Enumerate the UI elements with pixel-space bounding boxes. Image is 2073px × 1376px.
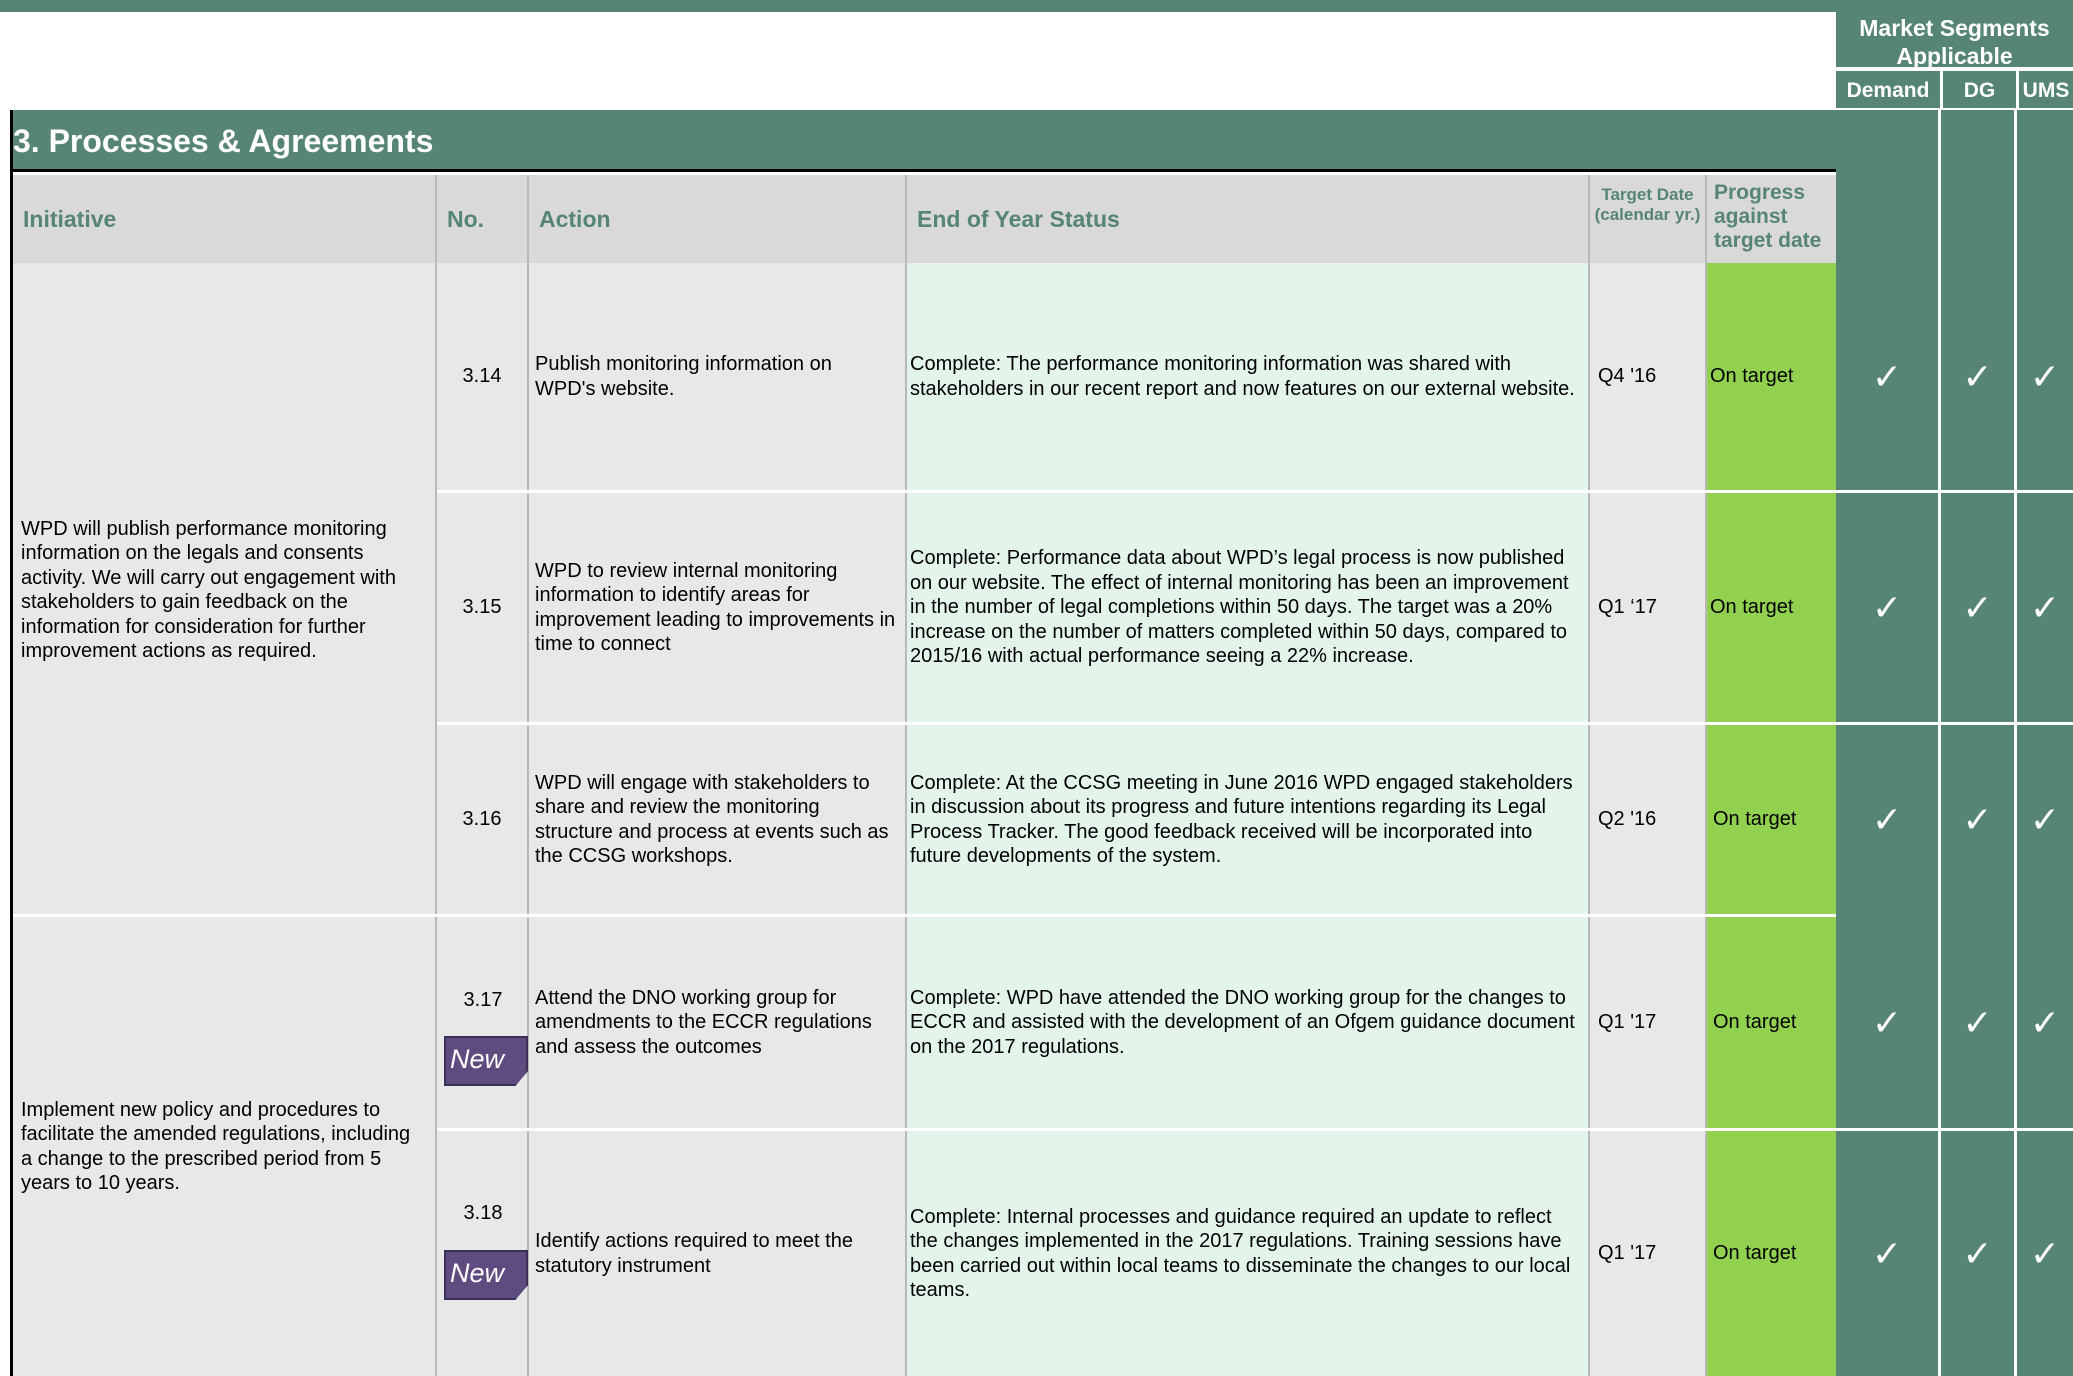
header-action: Action bbox=[529, 175, 907, 263]
row-number: 3.15 bbox=[437, 493, 529, 722]
row-number-cell: 3.17 New bbox=[437, 917, 529, 1128]
progress-cell: On target bbox=[1707, 725, 1836, 914]
market-segments-title: Market Segments Applicable bbox=[1836, 12, 2073, 69]
action-cell: Publish monitoring information on WPD's … bbox=[529, 263, 907, 490]
header-progress: Progress against target date bbox=[1707, 175, 1836, 263]
check-icon: ✓ bbox=[2029, 798, 2061, 840]
new-badge: New bbox=[444, 1036, 528, 1086]
status-cell: Complete: Performance data about WPD’s l… bbox=[907, 493, 1590, 722]
initiative-cell: Implement new policy and procedures to f… bbox=[13, 917, 437, 1376]
initiative-cell: WPD will publish performance monitoring … bbox=[13, 263, 437, 917]
segment-header-ums: UMS bbox=[2016, 71, 2073, 110]
status-cell: Complete: The performance monitoring inf… bbox=[907, 263, 1590, 490]
top-band bbox=[0, 0, 2073, 12]
check-icon: ✓ bbox=[1962, 798, 1993, 840]
check-icon: ✓ bbox=[1871, 355, 1903, 397]
progress-cell: On target bbox=[1707, 263, 1836, 490]
status-cell: Complete: At the CCSG meeting in June 20… bbox=[907, 725, 1590, 914]
segment-header-demand: Demand bbox=[1836, 71, 1940, 110]
check-icon: ✓ bbox=[1962, 1232, 1993, 1274]
status-cell: Complete: Internal processes and guidanc… bbox=[907, 1131, 1590, 1376]
status-cell: Complete: WPD have attended the DNO work… bbox=[907, 917, 1590, 1128]
row-number: 3.14 bbox=[437, 263, 529, 490]
header-status: End of Year Status bbox=[907, 175, 1590, 263]
new-badge: New bbox=[444, 1250, 528, 1300]
progress-cell: On target bbox=[1707, 493, 1836, 722]
action-cell: Identify actions required to meet the st… bbox=[529, 1131, 907, 1376]
action-cell: WPD will engage with stakeholders to sha… bbox=[529, 725, 907, 914]
row-number: 3.17 bbox=[463, 989, 503, 1011]
header-no: No. bbox=[437, 175, 529, 263]
header-target-date: Target Date (calendar yr.) bbox=[1590, 175, 1707, 263]
check-icon: ✓ bbox=[2029, 586, 2061, 628]
progress-cell: On target bbox=[1707, 1131, 1836, 1376]
row-number: 3.16 bbox=[437, 725, 529, 914]
check-icon: ✓ bbox=[1871, 798, 1903, 840]
target-date-cell: Q4 '16 bbox=[1590, 263, 1707, 490]
check-icon: ✓ bbox=[1871, 586, 1903, 628]
segment-header-dg: DG bbox=[1940, 71, 2016, 110]
section-title: 3. Processes & Agreements bbox=[10, 110, 1836, 172]
target-date-cell: Q2 '16 bbox=[1590, 725, 1707, 914]
check-icon: ✓ bbox=[1871, 1001, 1903, 1043]
target-date-cell: Q1 ‘17 bbox=[1590, 493, 1707, 722]
target-date-cell: Q1 '17 bbox=[1590, 1131, 1707, 1376]
check-icon: ✓ bbox=[1871, 1232, 1903, 1274]
check-icon: ✓ bbox=[2029, 355, 2061, 397]
check-icon: ✓ bbox=[1962, 586, 1993, 628]
progress-cell: On target bbox=[1707, 917, 1836, 1128]
check-icon: ✓ bbox=[1962, 1001, 1993, 1043]
check-icon: ✓ bbox=[2029, 1232, 2061, 1274]
action-cell: Attend the DNO working group for amendme… bbox=[529, 917, 907, 1128]
header-initiative: Initiative bbox=[13, 175, 437, 263]
check-icon: ✓ bbox=[1962, 355, 1993, 397]
check-icon: ✓ bbox=[2029, 1001, 2061, 1043]
row-number-cell: 3.18 New bbox=[437, 1131, 529, 1376]
row-number: 3.18 bbox=[463, 1202, 503, 1224]
target-date-cell: Q1 '17 bbox=[1590, 917, 1707, 1128]
action-cell: WPD to review internal monitoring inform… bbox=[529, 493, 907, 722]
